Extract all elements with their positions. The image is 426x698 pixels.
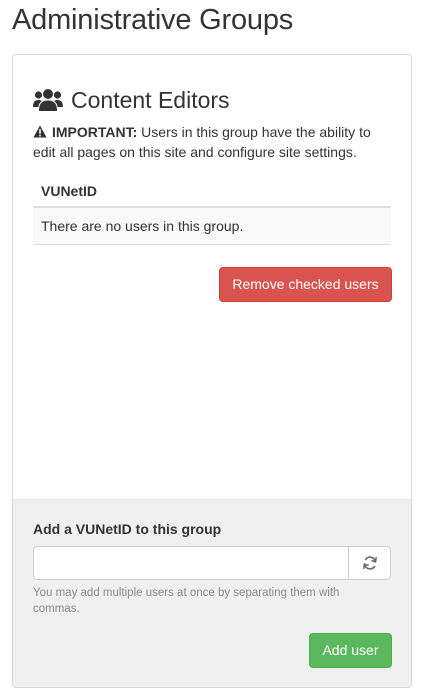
warning-icon bbox=[33, 125, 47, 138]
add-user-button[interactable]: Add user bbox=[309, 633, 392, 668]
panel-body: Content Editors IMPORTANT: Users in this… bbox=[13, 55, 411, 499]
important-notice: IMPORTANT: Users in this group have the … bbox=[33, 122, 393, 162]
help-text: You may add multiple users at once by se… bbox=[33, 587, 340, 615]
table-empty-row: There are no users in this group. bbox=[33, 208, 391, 245]
table-header-vunetid: VUNetID bbox=[33, 175, 391, 208]
users-icon bbox=[33, 89, 63, 111]
group-panel: Content Editors IMPORTANT: Users in this… bbox=[12, 54, 412, 688]
panel-footer: Add a VUNetID to this group You may add … bbox=[13, 499, 411, 687]
group-title: Content Editors bbox=[71, 87, 230, 113]
page-title: Administrative Groups bbox=[12, 4, 294, 36]
refresh-icon bbox=[362, 556, 377, 570]
group-heading: Content Editors bbox=[33, 85, 230, 115]
remove-checked-users-button[interactable]: Remove checked users bbox=[219, 267, 392, 302]
add-user-label: Add a VUNetID to this group bbox=[33, 521, 222, 537]
vunetid-input[interactable] bbox=[33, 546, 348, 580]
refresh-button[interactable] bbox=[348, 546, 391, 580]
vunetid-input-group bbox=[33, 546, 391, 580]
users-table: VUNetID There are no users in this group… bbox=[33, 175, 391, 245]
notice-label: IMPORTANT: bbox=[52, 124, 138, 140]
